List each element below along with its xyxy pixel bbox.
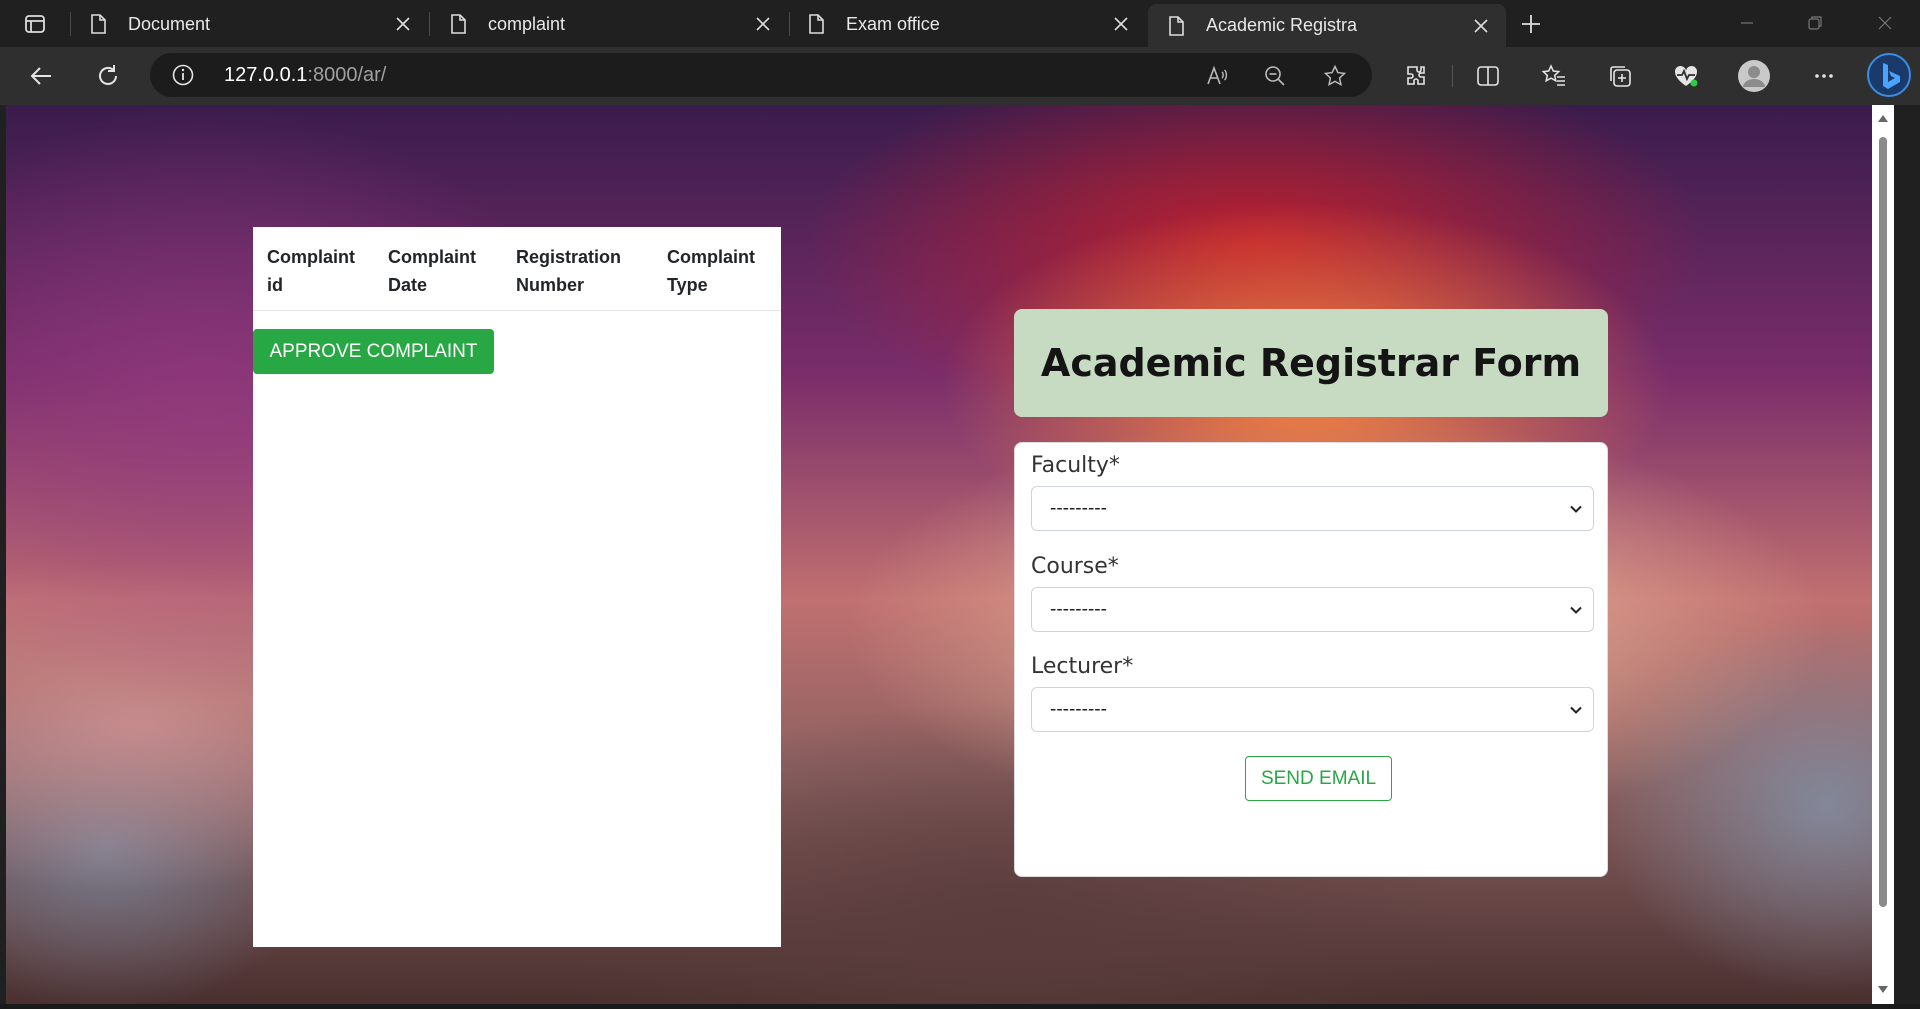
academic-registrar-form: Faculty* --------- Course* --------- Lec… (1014, 442, 1608, 877)
tab-academic-registrar[interactable]: Academic Registra (1148, 4, 1506, 47)
minimize-icon[interactable] (1722, 6, 1772, 40)
page-icon (1169, 15, 1184, 36)
header-line: Date (388, 275, 428, 295)
window-close-icon[interactable] (1860, 6, 1910, 40)
tab-title: Academic Registra (1206, 15, 1358, 35)
header-line: id (267, 275, 283, 295)
taskbar-edge (0, 1004, 1920, 1009)
toolbar-divider (1452, 65, 1453, 87)
favorite-star-icon[interactable] (1320, 61, 1350, 91)
more-options-icon[interactable] (1804, 56, 1844, 96)
page-viewport: Complaint id Complaint Date Registration Nu… (6, 105, 1894, 1004)
read-aloud-icon[interactable] (1202, 61, 1232, 91)
page-icon (91, 14, 106, 34)
header-line: Number (516, 275, 585, 295)
close-icon[interactable] (1106, 9, 1136, 39)
profile-avatar-icon[interactable] (1734, 56, 1774, 96)
info-icon[interactable] (172, 64, 194, 86)
restore-icon[interactable] (1790, 6, 1840, 40)
tab-title: complaint (488, 13, 566, 34)
lecturer-label: Lecturer* (1031, 654, 1134, 679)
form-title: Academic Registrar Form (1040, 341, 1582, 385)
chevron-down-icon (1570, 505, 1582, 513)
header-line: Complaint (267, 247, 355, 267)
browser-toolbar: 127.0.0.1:8000/ar/ (0, 47, 1920, 105)
close-icon[interactable] (1466, 11, 1496, 41)
tab-exam-office[interactable]: Exam office (788, 4, 1146, 44)
url-host: 127.0.0.1 (224, 64, 308, 86)
favorites-icon[interactable] (1534, 56, 1574, 96)
collections-icon[interactable] (1600, 56, 1640, 96)
close-icon[interactable] (748, 9, 778, 39)
column-header-registration-number: Registration Number (516, 243, 667, 310)
header-line: Type (667, 275, 708, 295)
faculty-select[interactable]: --------- (1031, 486, 1594, 531)
header-line: Registration (516, 247, 622, 267)
extensions-icon[interactable] (1396, 56, 1436, 96)
faculty-select-value: --------- (1050, 497, 1107, 519)
header-line: Complaint (388, 247, 476, 267)
send-email-button[interactable]: SEND EMAIL (1245, 756, 1392, 801)
url-path: :8000/ar/ (307, 64, 387, 86)
tab-complaint[interactable]: complaint (430, 4, 788, 44)
approve-complaint-button[interactable]: APPROVE COMPLAINT (253, 329, 494, 374)
lecturer-select-value: --------- (1050, 698, 1107, 720)
column-header-complaint-id: Complaint id (267, 243, 388, 310)
course-select[interactable]: --------- (1031, 587, 1594, 632)
column-header-complaint-type: Complaint Type (667, 243, 777, 310)
back-icon[interactable] (22, 56, 62, 96)
split-screen-icon[interactable] (1468, 56, 1508, 96)
address-bar[interactable]: 127.0.0.1:8000/ar/ (150, 53, 1372, 97)
course-select-value: --------- (1050, 598, 1107, 620)
tab-title: Exam office (846, 13, 940, 34)
header-line: Complaint (667, 247, 755, 267)
course-label: Course* (1031, 554, 1119, 579)
complaints-table-panel: Complaint id Complaint Date Registration Nu… (253, 227, 781, 947)
refresh-icon[interactable] (88, 56, 128, 96)
tab-actions-menu-icon[interactable] (14, 8, 56, 40)
scrollbar-thumb[interactable] (1879, 137, 1887, 907)
chevron-down-icon (1570, 606, 1582, 614)
url-text[interactable]: 127.0.0.1:8000/ar/ (224, 64, 386, 87)
lecturer-select[interactable]: --------- (1031, 687, 1594, 732)
column-header-complaint-date: Complaint Date (388, 243, 516, 310)
browser-essentials-heart-icon[interactable] (1666, 56, 1706, 96)
page-icon (451, 14, 466, 34)
browser-tab-bar: Document complaint Exam office Academic … (0, 0, 1920, 47)
complaints-table-header: Complaint id Complaint Date Registration Nu… (253, 227, 781, 311)
faculty-label: Faculty* (1031, 453, 1120, 478)
chevron-down-icon (1570, 706, 1582, 714)
close-icon[interactable] (388, 9, 418, 39)
vertical-scrollbar[interactable] (1872, 105, 1894, 1004)
scroll-down-arrow-icon[interactable] (1876, 983, 1890, 997)
form-header: Academic Registrar Form (1014, 309, 1608, 417)
tab-document[interactable]: Document (70, 4, 428, 44)
tab-title: Document (128, 13, 211, 34)
page-icon (809, 14, 824, 34)
scroll-up-arrow-icon[interactable] (1876, 111, 1890, 125)
new-tab-button[interactable] (1514, 8, 1548, 40)
bing-copilot-icon[interactable] (1866, 51, 1912, 99)
zoom-out-icon[interactable] (1260, 61, 1290, 91)
